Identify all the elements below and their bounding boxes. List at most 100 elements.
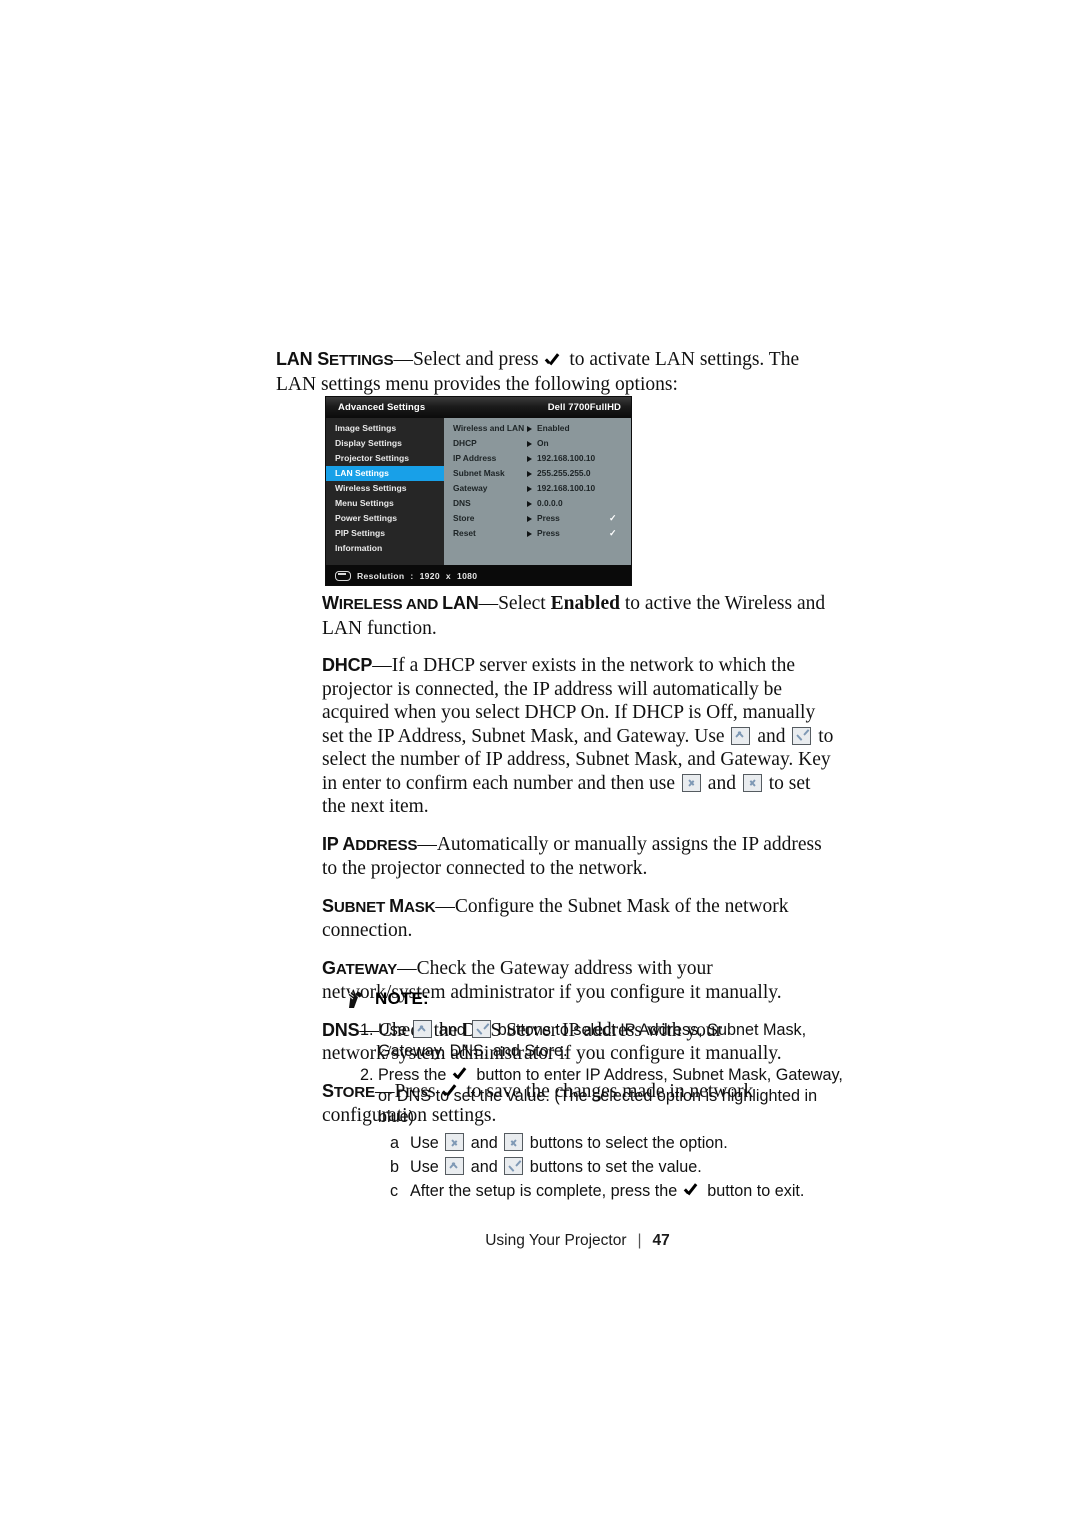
right-arrow-key-icon	[742, 773, 762, 792]
osd-row-value: Enabled	[537, 423, 570, 433]
osd-row-store[interactable]: Store Press ✓	[444, 511, 631, 526]
note-title: NOTE:	[375, 989, 429, 1008]
note-sub-item-number: c	[390, 1182, 399, 1200]
osd-nav-item-projector-settings[interactable]: Projector Settings	[326, 451, 444, 466]
lan-settings-text-before: Select and press	[412, 349, 544, 370]
note-block: NOTE: 1. Use and buttons to select IP Ad…	[348, 990, 848, 1203]
note-item-2: 2. Press the button to enter IP Address,…	[348, 1065, 848, 1128]
osd-header: Advanced Settings Dell 7700FullHD	[326, 397, 631, 418]
right-triangle-icon	[527, 440, 532, 447]
em-dash: —	[393, 349, 413, 370]
term-wireless-and-lan: WIRELESS AND LAN	[322, 593, 479, 613]
left-arrow-key-icon	[445, 1133, 465, 1151]
osd-row-subnet-mask[interactable]: Subnet Mask 255.255.255.0	[444, 466, 631, 481]
term-lan-settings: LAN SETTINGS	[276, 349, 394, 369]
down-arrow-key-icon	[472, 1020, 492, 1038]
osd-row-dns[interactable]: DNS 0.0.0.0	[444, 496, 631, 511]
right-triangle-icon	[527, 515, 532, 522]
osd-body: Image Settings Display Settings Projecto…	[326, 418, 631, 565]
note-sub-item-number: a	[390, 1134, 400, 1152]
osd-row-label: Wireless and LAN	[453, 423, 525, 433]
osd-row-value: 0.0.0.0	[537, 498, 563, 508]
pencil-note-icon	[348, 991, 365, 1010]
osd-nav-item-image-settings[interactable]: Image Settings	[326, 421, 444, 436]
note-sub-item-text: Use and buttons to select the option.	[410, 1133, 728, 1152]
paragraph-lan-settings: LAN SETTINGS—Select and press to activat…	[276, 348, 836, 396]
em-dash: —	[417, 833, 437, 855]
right-triangle-icon	[527, 455, 532, 462]
footer-page-number: 47	[652, 1232, 670, 1249]
osd-resolution-label: Resolution	[357, 570, 405, 581]
note-item-1: 1. Use and buttons to select IP Address,…	[348, 1020, 848, 1062]
checkmark-icon	[684, 1183, 701, 1198]
paragraph-wireless-and-lan: WIRELESS AND LAN—Select Enabled to activ…	[322, 592, 836, 640]
note-item-text: Use and buttons to select IP Address, Su…	[378, 1020, 807, 1060]
up-arrow-key-icon	[445, 1157, 465, 1175]
note-item-text: Press the button to enter IP Address, Su…	[378, 1066, 843, 1126]
osd-nav-item-wireless-settings[interactable]: Wireless Settings	[326, 481, 444, 496]
osd-nav-item-information[interactable]: Information	[326, 541, 444, 556]
up-arrow-key-icon	[413, 1020, 433, 1038]
osd-row-ip-address[interactable]: IP Address 192.168.100.10	[444, 451, 631, 466]
down-arrow-key-icon	[504, 1157, 524, 1175]
osd-row-label: Gateway	[453, 483, 488, 493]
page-footer: Using Your Projector | 47	[0, 1232, 1080, 1250]
note-item-list: 1. Use and buttons to select IP Address,…	[348, 1020, 848, 1128]
right-triangle-icon	[527, 470, 532, 477]
checkmark-icon	[545, 352, 562, 367]
note-sub-item-number: b	[390, 1158, 400, 1176]
osd-sidebar: Image Settings Display Settings Projecto…	[326, 418, 444, 565]
osd-resolution-colon: :	[410, 570, 414, 581]
footer-separator: |	[637, 1232, 642, 1249]
osd-row-reset[interactable]: Reset Press ✓	[444, 526, 631, 541]
osd-row-value: 255.255.255.0	[537, 468, 591, 478]
osd-row-value: Press	[537, 513, 560, 523]
osd-row-gateway[interactable]: Gateway 192.168.100.10	[444, 481, 631, 496]
note-sub-item-c: c After the setup is complete, press the…	[348, 1179, 848, 1203]
osd-values-panel: Wireless and LAN Enabled DHCP On IP Addr…	[444, 418, 631, 565]
note-item-number: 2.	[360, 1066, 374, 1084]
osd-row-value: Press	[537, 528, 560, 538]
osd-row-value: 192.168.100.10	[537, 453, 596, 463]
osd-nav-item-menu-settings[interactable]: Menu Settings	[326, 496, 444, 511]
osd-row-label: DNS	[453, 498, 471, 508]
osd-resolution-height: 1080	[457, 570, 478, 581]
em-dash: —	[397, 957, 417, 979]
osd-row-label: DHCP	[453, 438, 477, 448]
note-sub-item-text: Use and buttons to set the value.	[410, 1157, 702, 1176]
osd-row-check-icon: ✓	[609, 528, 617, 538]
dhcp-text-d: and	[702, 772, 741, 794]
paragraph-ip-address: IP ADDRESS—Automatically or manually ass…	[322, 833, 836, 881]
note-header: NOTE:	[348, 990, 848, 1010]
osd-menu-screenshot: Advanced Settings Dell 7700FullHD Image …	[325, 396, 632, 586]
footer-inner: Using Your Projector | 47	[485, 1232, 670, 1250]
term-gateway: GATEWAY	[322, 957, 398, 978]
osd-row-label: IP Address	[453, 453, 497, 463]
checkmark-icon	[453, 1067, 470, 1082]
osd-resolution-x: x	[445, 570, 451, 581]
note-sub-item-list: a Use and buttons to select the option. …	[348, 1131, 848, 1203]
osd-nav-item-lan-settings[interactable]: LAN Settings	[326, 466, 444, 481]
osd-nav-item-pip-settings[interactable]: PIP Settings	[326, 526, 444, 541]
osd-row-check-icon: ✓	[609, 513, 617, 523]
paragraph-dhcp: DHCP—If a DHCP server exists in the netw…	[322, 654, 836, 819]
dhcp-text-b: and	[752, 725, 791, 747]
note-sub-item-b: b Use and buttons to set the value.	[348, 1155, 848, 1179]
note-sub-item-text: After the setup is complete, press the b…	[410, 1182, 805, 1200]
osd-row-label: Store	[453, 513, 475, 523]
osd-nav-item-power-settings[interactable]: Power Settings	[326, 511, 444, 526]
down-arrow-key-icon	[792, 726, 812, 745]
footer-section-title: Using Your Projector	[485, 1232, 627, 1249]
osd-status-bar: Resolution : 1920 x 1080	[326, 565, 631, 585]
osd-model-name: Dell 7700FullHD	[547, 402, 621, 413]
term-dhcp: DHCP	[322, 655, 373, 675]
note-sub-item-a: a Use and buttons to select the option.	[348, 1131, 848, 1155]
up-arrow-key-icon	[731, 726, 751, 745]
em-dash: —	[435, 895, 455, 917]
resolution-icon	[335, 570, 351, 581]
term-ip-address: IP ADDRESS	[322, 833, 418, 854]
osd-row-wireless-and-lan[interactable]: Wireless and LAN Enabled	[444, 421, 631, 436]
osd-nav-item-display-settings[interactable]: Display Settings	[326, 436, 444, 451]
right-triangle-icon	[527, 530, 532, 537]
osd-row-dhcp[interactable]: DHCP On	[444, 436, 631, 451]
